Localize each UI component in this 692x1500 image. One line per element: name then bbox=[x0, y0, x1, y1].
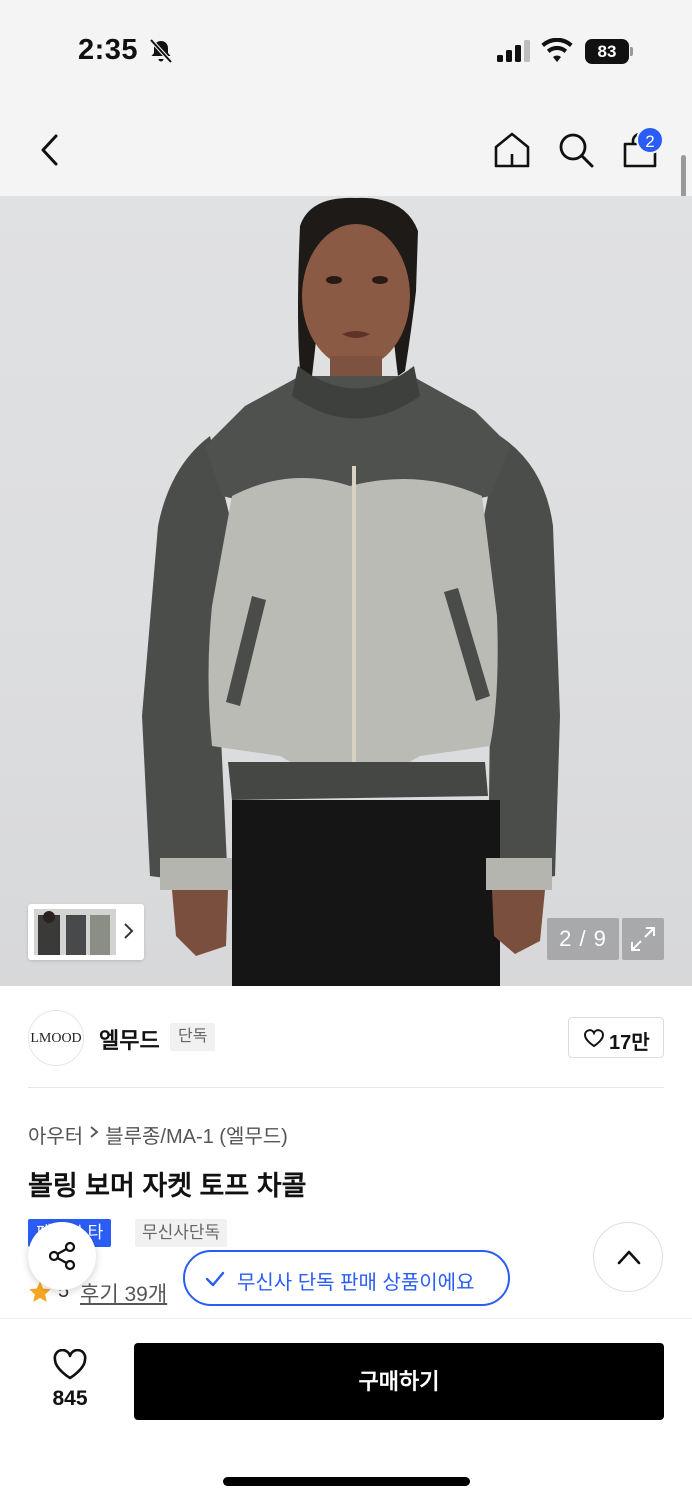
divider bbox=[28, 1087, 664, 1088]
battery-level: 83 bbox=[585, 39, 629, 64]
bottom-action-bar: 845 구매하기 bbox=[0, 1318, 692, 1500]
battery-icon: 83 bbox=[585, 39, 633, 64]
home-indicator bbox=[223, 1477, 470, 1486]
bell-slash-icon bbox=[149, 38, 173, 64]
scroll-to-top-button[interactable] bbox=[593, 1222, 663, 1292]
exclusive-toast: 무신사 단독 판매 상품이에요 bbox=[183, 1250, 510, 1306]
expand-button[interactable] bbox=[622, 918, 664, 960]
review-link[interactable]: 후기 39개 bbox=[80, 1278, 167, 1308]
breadcrumb-subcategory[interactable]: 블루종/MA-1 (엘무드) bbox=[105, 1120, 288, 1149]
product-image[interactable] bbox=[0, 196, 692, 986]
app-header bbox=[0, 100, 692, 196]
breadcrumb: 아우터 블루종/MA-1 (엘무드) bbox=[28, 1120, 288, 1149]
chevron-right-icon[interactable] bbox=[122, 918, 136, 944]
brand-exclusive-tag: 단독 bbox=[170, 1023, 216, 1051]
back-icon[interactable] bbox=[36, 132, 64, 168]
product-title: 볼링 보머 자켓 토프 차콜 bbox=[28, 1171, 307, 1201]
breadcrumb-category[interactable]: 아우터 bbox=[28, 1120, 83, 1149]
chevron-right-icon bbox=[89, 1123, 99, 1146]
chevron-up-icon bbox=[617, 1250, 641, 1265]
buy-button[interactable]: 구매하기 bbox=[134, 1343, 664, 1420]
brand-like-count: 17만 bbox=[609, 1032, 650, 1054]
battery-cap bbox=[630, 47, 633, 56]
toast-text: 무신사 단독 판매 상품이에요 bbox=[237, 1272, 475, 1294]
expand-icon bbox=[631, 927, 655, 951]
wifi-icon bbox=[541, 38, 573, 62]
jacket-photo-illustration bbox=[142, 197, 560, 986]
exclusive-tag: 무신사단독 bbox=[135, 1219, 228, 1247]
cart-count-badge[interactable]: 2 bbox=[636, 126, 664, 154]
brand-name[interactable]: 엘무드 bbox=[99, 1023, 160, 1055]
heart-icon bbox=[583, 1029, 605, 1048]
brand-logo[interactable]: LMOOD bbox=[28, 1010, 84, 1066]
status-bar: 2:35 83 bbox=[0, 0, 692, 100]
like-count: 845 bbox=[52, 1387, 88, 1410]
check-icon bbox=[205, 1271, 225, 1287]
like-button[interactable]: 845 bbox=[40, 1349, 100, 1419]
share-button[interactable] bbox=[28, 1222, 96, 1290]
heart-icon bbox=[53, 1349, 87, 1380]
page-counter: 2 / 9 bbox=[547, 918, 619, 960]
status-time: 2:35 bbox=[78, 34, 139, 66]
home-icon[interactable] bbox=[492, 130, 532, 170]
signal-icon bbox=[497, 40, 530, 62]
search-icon[interactable] bbox=[556, 130, 596, 170]
share-icon bbox=[48, 1241, 76, 1271]
thumbnail-image[interactable] bbox=[34, 909, 116, 955]
brand-like-button[interactable]: 17만 bbox=[568, 1017, 664, 1058]
